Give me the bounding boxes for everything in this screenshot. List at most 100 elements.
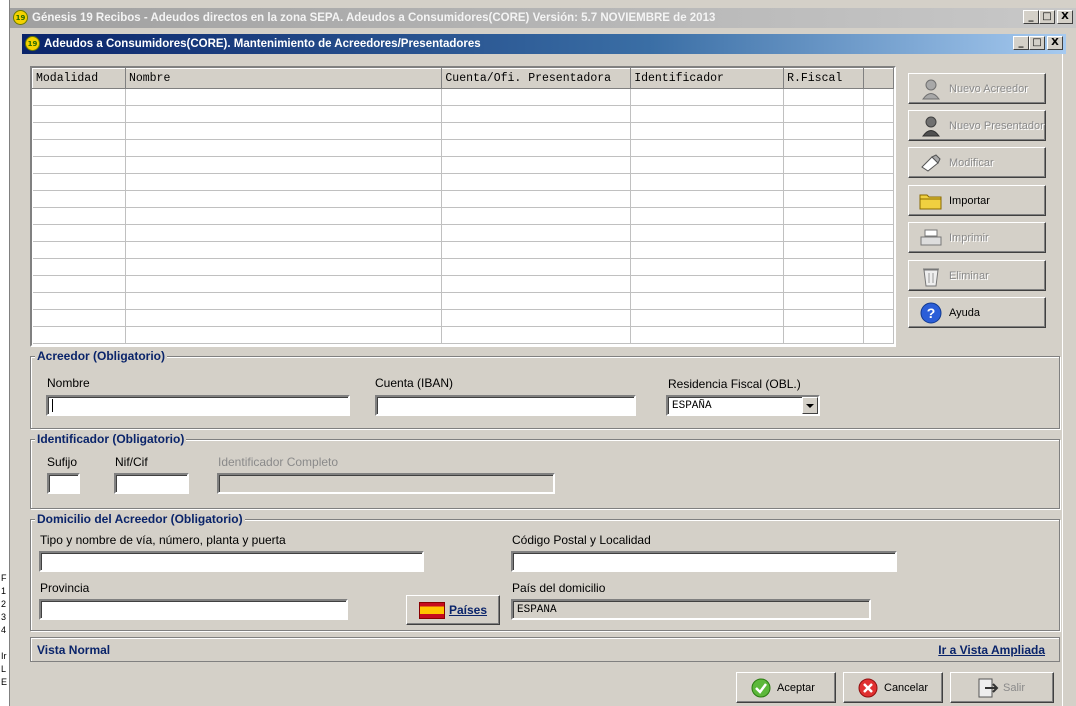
table-cell [441, 326, 632, 344]
inner-minimize-button[interactable]: _ [1013, 36, 1029, 50]
table-cell [863, 207, 894, 225]
table-cell [32, 275, 126, 293]
ayuda-label: Ayuda [949, 306, 980, 319]
chevron-down-icon[interactable] [802, 397, 818, 414]
table-cell [783, 224, 865, 242]
table-row[interactable] [32, 139, 894, 157]
table-cell [783, 258, 865, 276]
col-nombre[interactable]: Nombre [124, 68, 443, 89]
table-cell [783, 275, 865, 293]
sufijo-label: Sufijo [47, 455, 78, 469]
table-row[interactable] [32, 88, 894, 106]
importar-label: Importar [949, 194, 990, 207]
cuenta-iban-input[interactable] [375, 395, 636, 416]
table-cell [441, 88, 632, 106]
table-row[interactable] [32, 224, 894, 242]
col-rfiscal[interactable]: R.Fiscal [783, 68, 865, 89]
table-row[interactable] [32, 326, 894, 344]
inner-close-button[interactable]: X [1047, 36, 1063, 50]
table-cell [441, 275, 632, 293]
table-row[interactable] [32, 309, 894, 327]
ayuda-button[interactable]: ? Ayuda [908, 297, 1046, 328]
ir-vista-ampliada-link[interactable]: Ir a Vista Ampliada [938, 643, 1045, 657]
table-cell [32, 258, 126, 276]
table-row[interactable] [32, 292, 894, 310]
sufijo-input[interactable] [47, 473, 80, 494]
via-input[interactable] [39, 551, 424, 572]
table-cell [32, 224, 126, 242]
table-cell [32, 326, 126, 344]
nuevo-presentador-label: Nuevo Presentador [949, 119, 1044, 132]
provincia-input[interactable] [39, 599, 348, 620]
importar-button[interactable]: Importar [908, 185, 1046, 216]
table-cell [630, 122, 785, 140]
outer-minimize-button[interactable]: _ [1023, 10, 1039, 24]
nuevo-presentador-button[interactable]: Nuevo Presentador [908, 110, 1046, 141]
eliminar-button[interactable]: Eliminar [908, 260, 1046, 291]
help-icon: ? [919, 302, 943, 324]
table-cell [630, 292, 785, 310]
inner-maximize-button[interactable]: □ [1029, 36, 1045, 50]
outer-close-button[interactable]: X [1057, 10, 1073, 24]
nif-cif-input[interactable] [114, 473, 189, 494]
table-row[interactable] [32, 173, 894, 191]
table-cell [125, 105, 443, 123]
table-cell [441, 309, 632, 327]
table-cell [125, 292, 443, 310]
residencia-fiscal-select[interactable]: ESPAÑA [666, 395, 820, 416]
nuevo-acreedor-button[interactable]: Nuevo Acreedor [908, 73, 1046, 104]
col-identificador[interactable]: Identificador [630, 68, 785, 89]
background-window-text: E [1, 677, 8, 687]
residencia-fiscal-label: Residencia Fiscal (OBL.) [668, 377, 801, 391]
table-cell [125, 258, 443, 276]
outer-window-titlebar[interactable]: 19 Génesis 19 Recibos - Adeudos directos… [10, 8, 1076, 28]
aceptar-button[interactable]: Aceptar [736, 672, 836, 703]
imprimir-button[interactable]: Imprimir [908, 222, 1046, 253]
exit-door-icon [977, 678, 999, 698]
table-cell [125, 275, 443, 293]
table-cell [863, 156, 894, 174]
table-cell [783, 292, 865, 310]
app-logo-icon: 19 [25, 36, 40, 51]
outer-maximize-button[interactable]: □ [1039, 10, 1055, 24]
table-cell [863, 292, 894, 310]
background-window-text: 2 [1, 599, 7, 609]
table-cell [863, 241, 894, 259]
paises-label: Países [448, 603, 488, 617]
table-cell [783, 122, 865, 140]
col-modalidad[interactable]: Modalidad [32, 68, 126, 89]
table-cell [783, 88, 865, 106]
table-cell [441, 241, 632, 259]
edit-icon [919, 152, 943, 174]
table-cell [125, 326, 443, 344]
table-row[interactable] [32, 207, 894, 225]
nuevo-acreedor-label: Nuevo Acreedor [949, 82, 1028, 95]
table-cell [32, 309, 126, 327]
table-row[interactable] [32, 156, 894, 174]
inner-window-title: Adeudos a Consumidores(CORE). Mantenimie… [44, 38, 481, 50]
folder-icon [919, 190, 943, 212]
inner-window-titlebar[interactable]: 19 Adeudos a Consumidores(CORE). Manteni… [22, 34, 1066, 54]
cancelar-button[interactable]: Cancelar [843, 672, 943, 703]
cp-localidad-label: Código Postal y Localidad [512, 533, 651, 547]
table-row[interactable] [32, 241, 894, 259]
table-cell [783, 190, 865, 208]
col-cuenta[interactable]: Cuenta/Ofi. Presentadora [441, 68, 632, 89]
eliminar-label: Eliminar [949, 269, 989, 282]
app-logo-icon: 19 [13, 10, 28, 25]
col-extra[interactable] [863, 68, 894, 89]
table-row[interactable] [32, 275, 894, 293]
table-row[interactable] [32, 258, 894, 276]
table-cell [630, 190, 785, 208]
modificar-button[interactable]: Modificar [908, 147, 1046, 178]
table-row[interactable] [32, 190, 894, 208]
table-cell [783, 241, 865, 259]
nombre-input[interactable] [46, 395, 350, 416]
table-row[interactable] [32, 122, 894, 140]
table-cell [630, 173, 785, 191]
paises-button[interactable]: Países [406, 595, 500, 625]
salir-button[interactable]: Salir [950, 672, 1054, 703]
table-row[interactable] [32, 105, 894, 123]
acreedores-grid[interactable]: Modalidad Nombre Cuenta/Ofi. Presentador… [30, 66, 896, 347]
cp-localidad-input[interactable] [511, 551, 897, 572]
